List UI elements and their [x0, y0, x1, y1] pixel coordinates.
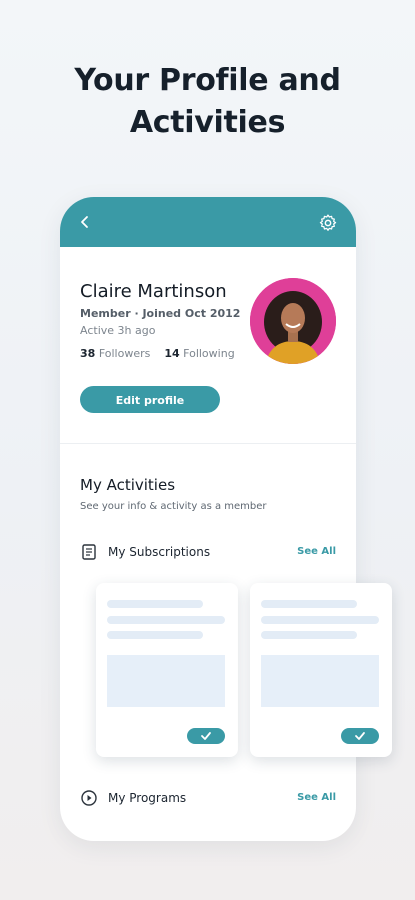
following-label[interactable]: Following — [183, 347, 235, 360]
gear-icon[interactable] — [318, 213, 338, 233]
active-status: Active 3h ago — [80, 324, 156, 337]
subscription-card[interactable] — [96, 583, 238, 757]
avatar[interactable] — [250, 278, 336, 364]
placeholder-line — [107, 616, 225, 624]
play-circle-icon — [81, 790, 97, 806]
followers-count: 38 — [80, 347, 96, 360]
headline: Your Profile and Activities — [0, 60, 415, 144]
subscribed-badge[interactable] — [341, 728, 379, 744]
placeholder-image — [261, 655, 379, 707]
following-count: 14 — [164, 347, 180, 360]
divider — [60, 443, 356, 444]
my-programs-label[interactable]: My Programs — [108, 791, 186, 805]
check-icon — [355, 732, 365, 740]
profile-name: Claire Martinson — [80, 281, 227, 302]
headline-line-1: Your Profile and — [74, 63, 341, 98]
subscribed-badge[interactable] — [187, 728, 225, 744]
placeholder-line — [261, 600, 357, 608]
check-icon — [201, 732, 211, 740]
my-subscriptions-label[interactable]: My Subscriptions — [108, 545, 210, 559]
subscriptions-see-all-link[interactable]: See All — [297, 546, 336, 557]
followers-label[interactable]: Followers — [99, 347, 151, 360]
chevron-left-icon[interactable] — [74, 211, 96, 233]
avatar-photo — [250, 278, 336, 364]
subscription-card[interactable] — [250, 583, 392, 757]
document-list-icon — [82, 544, 96, 560]
top-bar — [60, 197, 356, 247]
activities-subtitle: See your info & activity as a member — [80, 501, 267, 512]
placeholder-line — [261, 631, 357, 639]
follow-stats: 38 Followers 14 Following — [80, 347, 235, 360]
placeholder-line — [107, 600, 203, 608]
activities-title: My Activities — [80, 476, 176, 494]
member-since: Member · Joined Oct 2012 — [80, 307, 241, 320]
placeholder-line — [107, 631, 203, 639]
programs-see-all-link[interactable]: See All — [297, 792, 336, 803]
placeholder-line — [261, 616, 379, 624]
edit-profile-button[interactable]: Edit profile — [80, 386, 220, 413]
placeholder-image — [107, 655, 225, 707]
headline-line-2: Activities — [129, 105, 286, 140]
